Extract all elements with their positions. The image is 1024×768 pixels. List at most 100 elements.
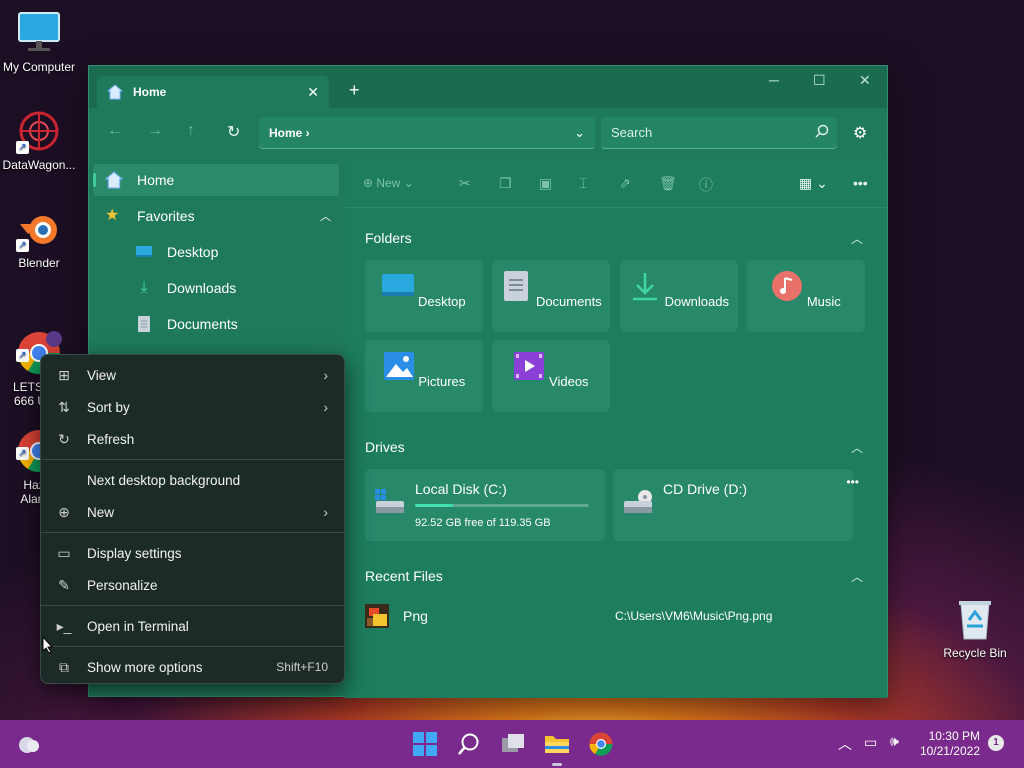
recycle-bin-icon [952, 596, 998, 642]
menu-item-personalize[interactable]: ✎ Personalize [45, 570, 342, 600]
more-options-icon[interactable]: ••• [853, 175, 868, 191]
menu-item-view[interactable]: ⊞ View › [45, 360, 342, 390]
chrome-icon[interactable] [588, 732, 614, 756]
gear-icon[interactable]: ⚙ [853, 123, 867, 143]
weather-icon[interactable] [16, 732, 42, 756]
info-icon[interactable]: ⓘ [699, 175, 713, 195]
collapse-recent-icon[interactable]: ︿ [851, 568, 863, 585]
clock[interactable]: 10:30 PM 10/21/2022 [920, 729, 980, 759]
collapse-folders-icon[interactable]: ︿ [851, 230, 863, 247]
maximize-button[interactable]: ☐ [813, 72, 826, 89]
desktop-icon-blender[interactable]: ↗ Blender [0, 206, 78, 270]
tab-home[interactable]: Home ✕ [97, 76, 329, 108]
notification-badge[interactable]: 1 [988, 735, 1004, 751]
shortcut-arrow-icon: ↗ [16, 447, 29, 460]
submenu-arrow-icon: › [323, 504, 328, 520]
up-button[interactable]: ↑ [187, 122, 195, 140]
breadcrumb[interactable]: Home › [269, 126, 574, 140]
menu-item-new[interactable]: ⊕ New › [45, 497, 342, 527]
drive-free-space: 92.52 GB free of 119.35 GB [415, 517, 551, 529]
delete-icon[interactable]: 🗑 [659, 175, 677, 192]
desktop-icon-recycle-bin[interactable]: Recycle Bin [936, 596, 1014, 660]
drive-cd-d[interactable]: CD Drive (D:) ••• [613, 469, 859, 541]
sidebar-item-label: Favorites [137, 208, 195, 224]
menu-item-label: Refresh [87, 431, 135, 447]
sort-icon: ⇅ [58, 398, 70, 415]
cut-icon[interactable]: ✂ [459, 175, 471, 192]
cd-drive-icon [624, 490, 652, 513]
layout-icon[interactable]: ▦ ⌄ [799, 175, 828, 192]
desktop-icon-datawagon[interactable]: ↗ DataWagon... [0, 108, 78, 172]
download-icon: ⤓ [140, 279, 148, 296]
menu-item-label: Open in Terminal [87, 618, 189, 634]
download-icon [633, 273, 658, 301]
paste-icon[interactable]: ▣ [539, 175, 552, 192]
folder-tile-music[interactable]: Music [747, 260, 865, 332]
network-icon[interactable]: ▭ [864, 734, 877, 751]
file-explorer-icon[interactable] [544, 732, 570, 756]
folder-tile-documents[interactable]: Documents [492, 260, 610, 332]
sidebar-item-home[interactable]: Home [93, 164, 339, 196]
home-icon [105, 171, 123, 189]
desktop-icon-label: My Computer [2, 60, 76, 74]
search-input[interactable] [601, 117, 837, 149]
collapse-drives-icon[interactable]: ︿ [851, 439, 863, 456]
desktop-icon-label: Recycle Bin [943, 646, 1007, 660]
share-icon: ⧉ [59, 658, 69, 675]
menu-item-display-settings[interactable]: ▭ Display settings [45, 538, 342, 568]
sidebar-item-favorites[interactable]: ★ Favorites ︿ [105, 200, 335, 232]
brush-icon: ✎ [58, 576, 70, 593]
chevron-up-icon[interactable]: ︿ [838, 734, 852, 754]
monitor-icon [16, 10, 62, 56]
blender-icon: ↗ [16, 206, 62, 252]
sidebar-item-label: Documents [167, 316, 238, 332]
search-icon[interactable] [456, 732, 482, 756]
chevron-down-icon[interactable]: ⌄ [574, 125, 585, 141]
sidebar-item-downloads[interactable]: ⤓ Downloads [135, 272, 236, 304]
shortcut-arrow-icon: ↗ [16, 239, 29, 252]
document-icon [138, 316, 150, 332]
sidebar-item-desktop[interactable]: Desktop [135, 236, 218, 268]
copy-icon[interactable]: ❐ [499, 175, 512, 192]
close-window-button[interactable]: ✕ [859, 72, 871, 89]
new-tab-button[interactable]: + [349, 80, 360, 101]
chevron-up-icon[interactable]: ︿ [320, 208, 331, 224]
folder-tile-desktop[interactable]: Desktop [365, 260, 483, 332]
star-icon: ★ [105, 207, 120, 224]
clock-date: 10/21/2022 [919, 744, 980, 758]
folders-heading: Folders [365, 230, 412, 246]
sidebar-item-documents[interactable]: Documents [135, 308, 238, 340]
menu-item-next-background[interactable]: Next desktop background [45, 465, 342, 495]
tile-label: Music [806, 294, 841, 309]
menu-item-show-more-options[interactable]: ⧉ Show more options Shift+F10 [45, 652, 342, 682]
clock-time: 10:30 PM [928, 729, 980, 743]
folder-tile-pictures[interactable]: Pictures [365, 340, 483, 412]
folder-tile-videos[interactable]: Videos [492, 340, 610, 412]
drive-local-disk-c[interactable]: Local Disk (C:) 92.52 GB free of 119.35 … [365, 469, 605, 541]
volume-icon[interactable]: 🕪 [890, 733, 899, 750]
new-button[interactable]: ⊕ New ⌄ [363, 176, 414, 190]
share-icon[interactable]: ⇗ [619, 175, 631, 192]
menu-item-sort-by[interactable]: ⇅ Sort by › [45, 392, 342, 422]
desktop-folder-icon [136, 246, 152, 257]
plus-circle-icon: ⊕ [58, 503, 70, 520]
drive-usage-bar [415, 504, 589, 507]
folder-tile-downloads[interactable]: Downloads [620, 260, 738, 332]
menu-item-refresh[interactable]: ↻ Refresh [45, 424, 342, 454]
rename-icon[interactable]: ⌶ [579, 175, 587, 192]
drive-more-icon[interactable]: ••• [846, 475, 859, 489]
command-bar: ⊕ New ⌄ ✂ ❐ ▣ ⌶ ⇗ 🗑 ⓘ ▦ ⌄ ••• [345, 158, 887, 208]
minimize-button[interactable]: ─ [769, 72, 779, 88]
back-button[interactable]: ← [107, 122, 123, 140]
forward-button[interactable]: → [147, 122, 163, 140]
recent-file-row[interactable]: Png C:\Users\VM6\Music\Png.png [365, 598, 865, 634]
desktop-icon-my-computer[interactable]: My Computer [0, 10, 78, 74]
refresh-button[interactable]: ↻ [227, 122, 240, 142]
menu-item-open-terminal[interactable]: ▸_ Open in Terminal [45, 611, 342, 641]
desktop-icon-label: DataWagon... [2, 158, 76, 172]
close-tab-icon[interactable]: ✕ [307, 84, 319, 101]
start-button[interactable] [412, 732, 438, 756]
document-icon [504, 271, 529, 301]
address-bar[interactable]: Home › ⌄ [259, 117, 595, 149]
task-view-icon[interactable] [500, 732, 526, 756]
